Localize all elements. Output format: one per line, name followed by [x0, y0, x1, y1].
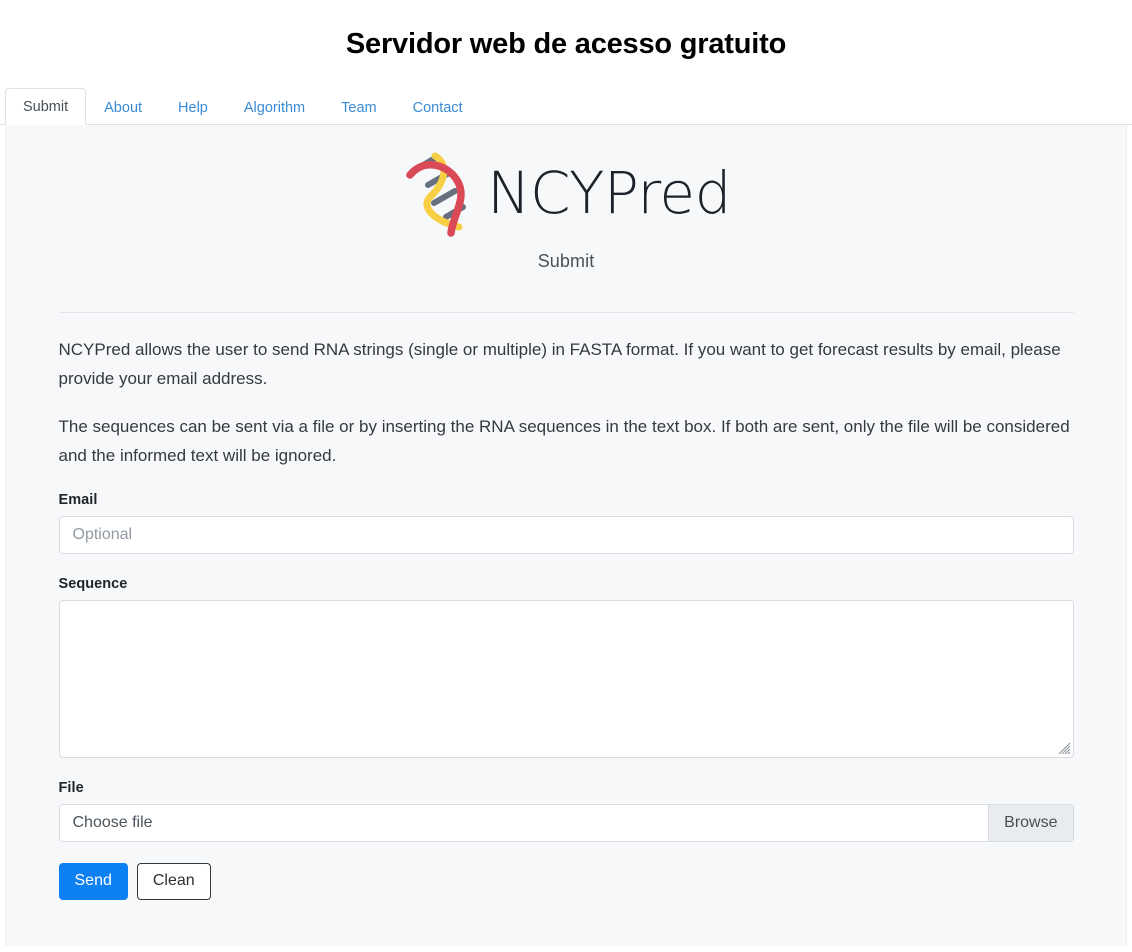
- send-button[interactable]: Send: [58, 863, 128, 900]
- form-container: NCYPred allows the user to send RNA stri…: [58, 312, 1074, 946]
- file-label: File: [58, 780, 84, 796]
- sequence-label: Sequence: [58, 576, 128, 592]
- tab-about[interactable]: About: [86, 89, 160, 126]
- file-chooser-text[interactable]: Choose file: [59, 805, 989, 841]
- tab-submit[interactable]: Submit: [5, 87, 87, 125]
- sequence-textarea[interactable]: [58, 600, 1074, 758]
- intro-paragraph-2: The sequences can be sent via a file or …: [58, 417, 1070, 465]
- rna-helix-icon: [406, 152, 467, 237]
- submit-panel: NCYPred Submit NCYPred allows the user t…: [5, 125, 1127, 946]
- sequence-field-group: Sequence: [58, 576, 1074, 758]
- file-field-group: File Choose file Browse: [58, 780, 1074, 842]
- brand-header: NCYPred: [6, 125, 1126, 237]
- file-input-group[interactable]: Choose file Browse: [58, 804, 1074, 842]
- tab-contact[interactable]: Contact: [395, 89, 481, 126]
- intro-paragraph-1: NCYPred allows the user to send RNA stri…: [58, 340, 1061, 388]
- email-input[interactable]: [58, 516, 1074, 554]
- tab-help[interactable]: Help: [160, 89, 226, 126]
- tab-team[interactable]: Team: [323, 89, 394, 126]
- email-field-group: Email: [58, 492, 1074, 554]
- brand-subtitle: Submit: [537, 251, 595, 271]
- page-title: Servidor web de acesso gratuito: [345, 28, 787, 60]
- brand-name: NCYPred: [487, 159, 731, 227]
- main-tab-bar: Submit About Help Algorithm Team Contact: [0, 87, 1132, 126]
- clean-button[interactable]: Clean: [136, 863, 211, 900]
- file-browse-button[interactable]: Browse: [988, 805, 1073, 841]
- email-label: Email: [58, 492, 98, 508]
- tab-algorithm[interactable]: Algorithm: [226, 89, 323, 126]
- form-actions: Send Clean: [58, 863, 1074, 946]
